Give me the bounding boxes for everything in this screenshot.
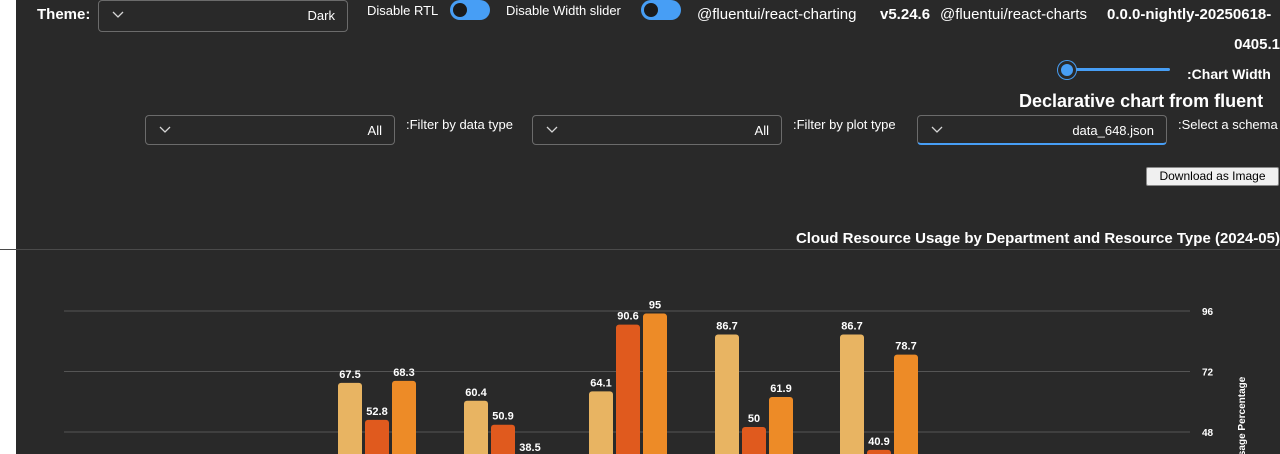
- chevron-down-icon: [546, 126, 558, 133]
- chart-width-slider-thumb[interactable]: [1058, 61, 1076, 79]
- disable-rtl-label: Disable RTL: [367, 3, 439, 18]
- chart-title: Cloud Resource Usage by Department and R…: [795, 230, 1280, 247]
- bar[interactable]: [589, 391, 613, 454]
- bar[interactable]: [464, 400, 488, 454]
- charting-package-version: v5.24.6: [880, 6, 931, 23]
- bar[interactable]: [769, 396, 793, 454]
- bar[interactable]: [365, 419, 389, 454]
- plot-type-filter-dropdown[interactable]: All: [532, 115, 782, 145]
- bar-value-label: 68.3: [393, 367, 414, 379]
- data-type-filter-dropdown[interactable]: All: [145, 115, 395, 145]
- declarative-chart-heading: Declarative chart from fluent: [1019, 91, 1264, 111]
- theme-value: Dark: [307, 8, 335, 23]
- bar[interactable]: [392, 380, 416, 454]
- disable-rtl-toggle[interactable]: [450, 0, 490, 20]
- schema-dropdown[interactable]: data_648.json: [917, 115, 1167, 145]
- charts-package-version-cont: 0405.1: [1234, 36, 1280, 53]
- bar[interactable]: [643, 313, 667, 454]
- bar[interactable]: [715, 334, 739, 454]
- y-tick-label: 48: [1202, 428, 1214, 439]
- chevron-down-icon: [931, 126, 943, 133]
- bar[interactable]: [491, 424, 515, 454]
- download-as-image-button[interactable]: Download as Image: [1146, 167, 1279, 186]
- plot-type-filter-value: All: [754, 123, 769, 138]
- bar-value-label: 95: [649, 300, 661, 312]
- disable-width-slider-toggle[interactable]: [641, 0, 681, 20]
- bar[interactable]: [840, 334, 864, 454]
- bar-value-label: 40.9: [868, 436, 889, 448]
- charts-package-version: 0.0.0-nightly-20250618-: [1107, 6, 1272, 23]
- data-type-filter-value: All: [367, 123, 382, 138]
- divider: [0, 249, 1280, 250]
- y-tick-label: 72: [1202, 368, 1214, 379]
- toggle-knob: [644, 3, 658, 17]
- bar[interactable]: [742, 426, 766, 454]
- disable-width-slider-label: Disable Width slider: [506, 3, 621, 18]
- chart-width-label: :Chart Width: [1187, 66, 1271, 82]
- chevron-down-icon: [112, 11, 124, 18]
- chart-width-slider-track[interactable]: [1066, 68, 1170, 71]
- bar-value-label: 90.6: [617, 311, 638, 323]
- schema-value: data_648.json: [1072, 123, 1154, 138]
- bar-value-label: 86.7: [841, 320, 862, 332]
- theme-dropdown[interactable]: Dark: [98, 0, 348, 32]
- bar-value-label: 67.5: [339, 369, 360, 381]
- bar-value-label: 52.8: [366, 406, 387, 418]
- bar-value-label: 64.1: [590, 377, 611, 389]
- charts-package-name: @fluentui/react-charts: [940, 6, 1087, 23]
- bar-value-label: 50.9: [492, 411, 513, 423]
- bar[interactable]: [867, 449, 891, 454]
- left-edge-panel: [0, 0, 16, 454]
- bar-value-label: 38.5: [519, 442, 540, 454]
- y-tick-label: 96: [1202, 307, 1214, 318]
- bar-value-label: 50: [748, 413, 760, 425]
- y-axis-label: Usage Percentage: [1237, 376, 1248, 454]
- chevron-down-icon: [159, 126, 171, 133]
- schema-label: :Select a schema: [1178, 117, 1278, 132]
- bar[interactable]: [894, 354, 918, 454]
- data-type-filter-label: :Filter by data type: [406, 117, 513, 132]
- toggle-knob: [453, 3, 467, 17]
- bar[interactable]: [616, 324, 640, 454]
- bar-value-label: 78.7: [895, 341, 916, 353]
- bar-value-label: 86.7: [716, 320, 737, 332]
- bar-value-label: 61.9: [770, 383, 791, 395]
- bar[interactable]: [338, 382, 362, 454]
- plot-type-filter-label: :Filter by plot type: [793, 117, 896, 132]
- bar-value-label: 60.4: [465, 387, 487, 399]
- theme-label: Theme:: [37, 6, 91, 23]
- charting-package-name: @fluentui/react-charting: [697, 6, 857, 23]
